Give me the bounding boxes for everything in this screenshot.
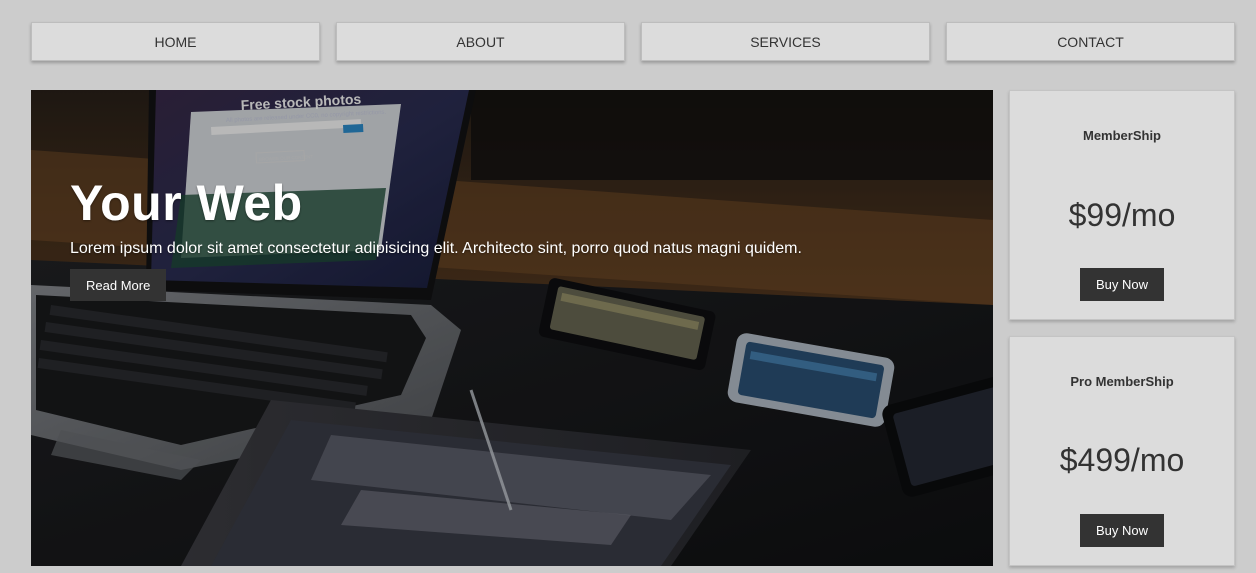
nav-services-label: SERVICES [750,33,821,50]
pricing-card-title: MemberShip [1082,128,1161,143]
nav-services[interactable]: SERVICES [641,22,930,61]
hero-title: Your Web [70,175,303,231]
pricing-card-price: $99/mo [1068,197,1176,233]
pricing-card-pro-membership: Pro MemberShip $499/mo Buy Now [1009,336,1235,566]
nav-contact-label: CONTACT [1057,33,1124,50]
hero-content: Your Web Lorem ipsum dolor sit amet cons… [70,175,802,302]
hero-background-image: Free stock photos All photos are release… [31,90,993,566]
nav-home-label: HOME [154,33,197,50]
hero-description: Lorem ipsum dolor sit amet consectetur a… [70,240,802,257]
pricing-card-membership: MemberShip $99/mo Buy Now [1009,90,1235,320]
pricing-card-price: $499/mo [1059,442,1185,478]
nav-about[interactable]: ABOUT [336,22,625,61]
buy-now-button[interactable]: Buy Now [1080,514,1164,547]
read-more-button[interactable]: Read More [70,269,167,302]
nav-home[interactable]: HOME [31,22,320,61]
hero-banner: Free stock photos All photos are release… [31,90,993,566]
nav-contact[interactable]: CONTACT [946,22,1235,61]
buy-now-button[interactable]: Buy Now [1080,268,1164,301]
pricing-card-title: Pro MemberShip [1070,374,1174,389]
nav-about-label: ABOUT [456,33,505,50]
main-navigation: HOME ABOUT SERVICES CONTACT [31,22,1235,61]
